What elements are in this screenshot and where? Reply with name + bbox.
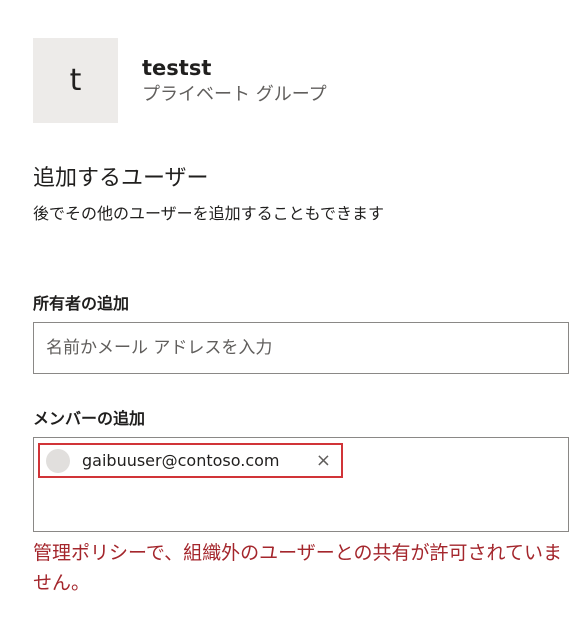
members-input[interactable]: gaibuuser@contoso.com × bbox=[33, 437, 569, 532]
member-avatar bbox=[46, 448, 70, 473]
section-title: 追加するユーザー bbox=[33, 166, 209, 191]
member-email: gaibuuser@contoso.com bbox=[82, 451, 280, 470]
group-name: testst bbox=[142, 55, 212, 80]
group-avatar: t bbox=[33, 38, 118, 123]
error-message: 管理ポリシーで、組織外のユーザーとの共有が許可されていません。 bbox=[33, 542, 562, 594]
group-type: プライベート グループ bbox=[142, 83, 327, 105]
owners-input[interactable] bbox=[33, 322, 569, 374]
close-icon[interactable]: × bbox=[316, 450, 331, 471]
group-header: t testst プライベート グループ bbox=[33, 38, 327, 123]
owners-label: 所有者の追加 bbox=[33, 294, 130, 313]
section-description: 後でその他のユーザーを追加することもできます bbox=[33, 204, 385, 223]
group-avatar-initial: t bbox=[69, 63, 82, 98]
member-chip[interactable]: gaibuuser@contoso.com × bbox=[38, 443, 343, 478]
group-meta: testst プライベート グループ bbox=[142, 54, 327, 108]
members-label: メンバーの追加 bbox=[33, 409, 146, 428]
